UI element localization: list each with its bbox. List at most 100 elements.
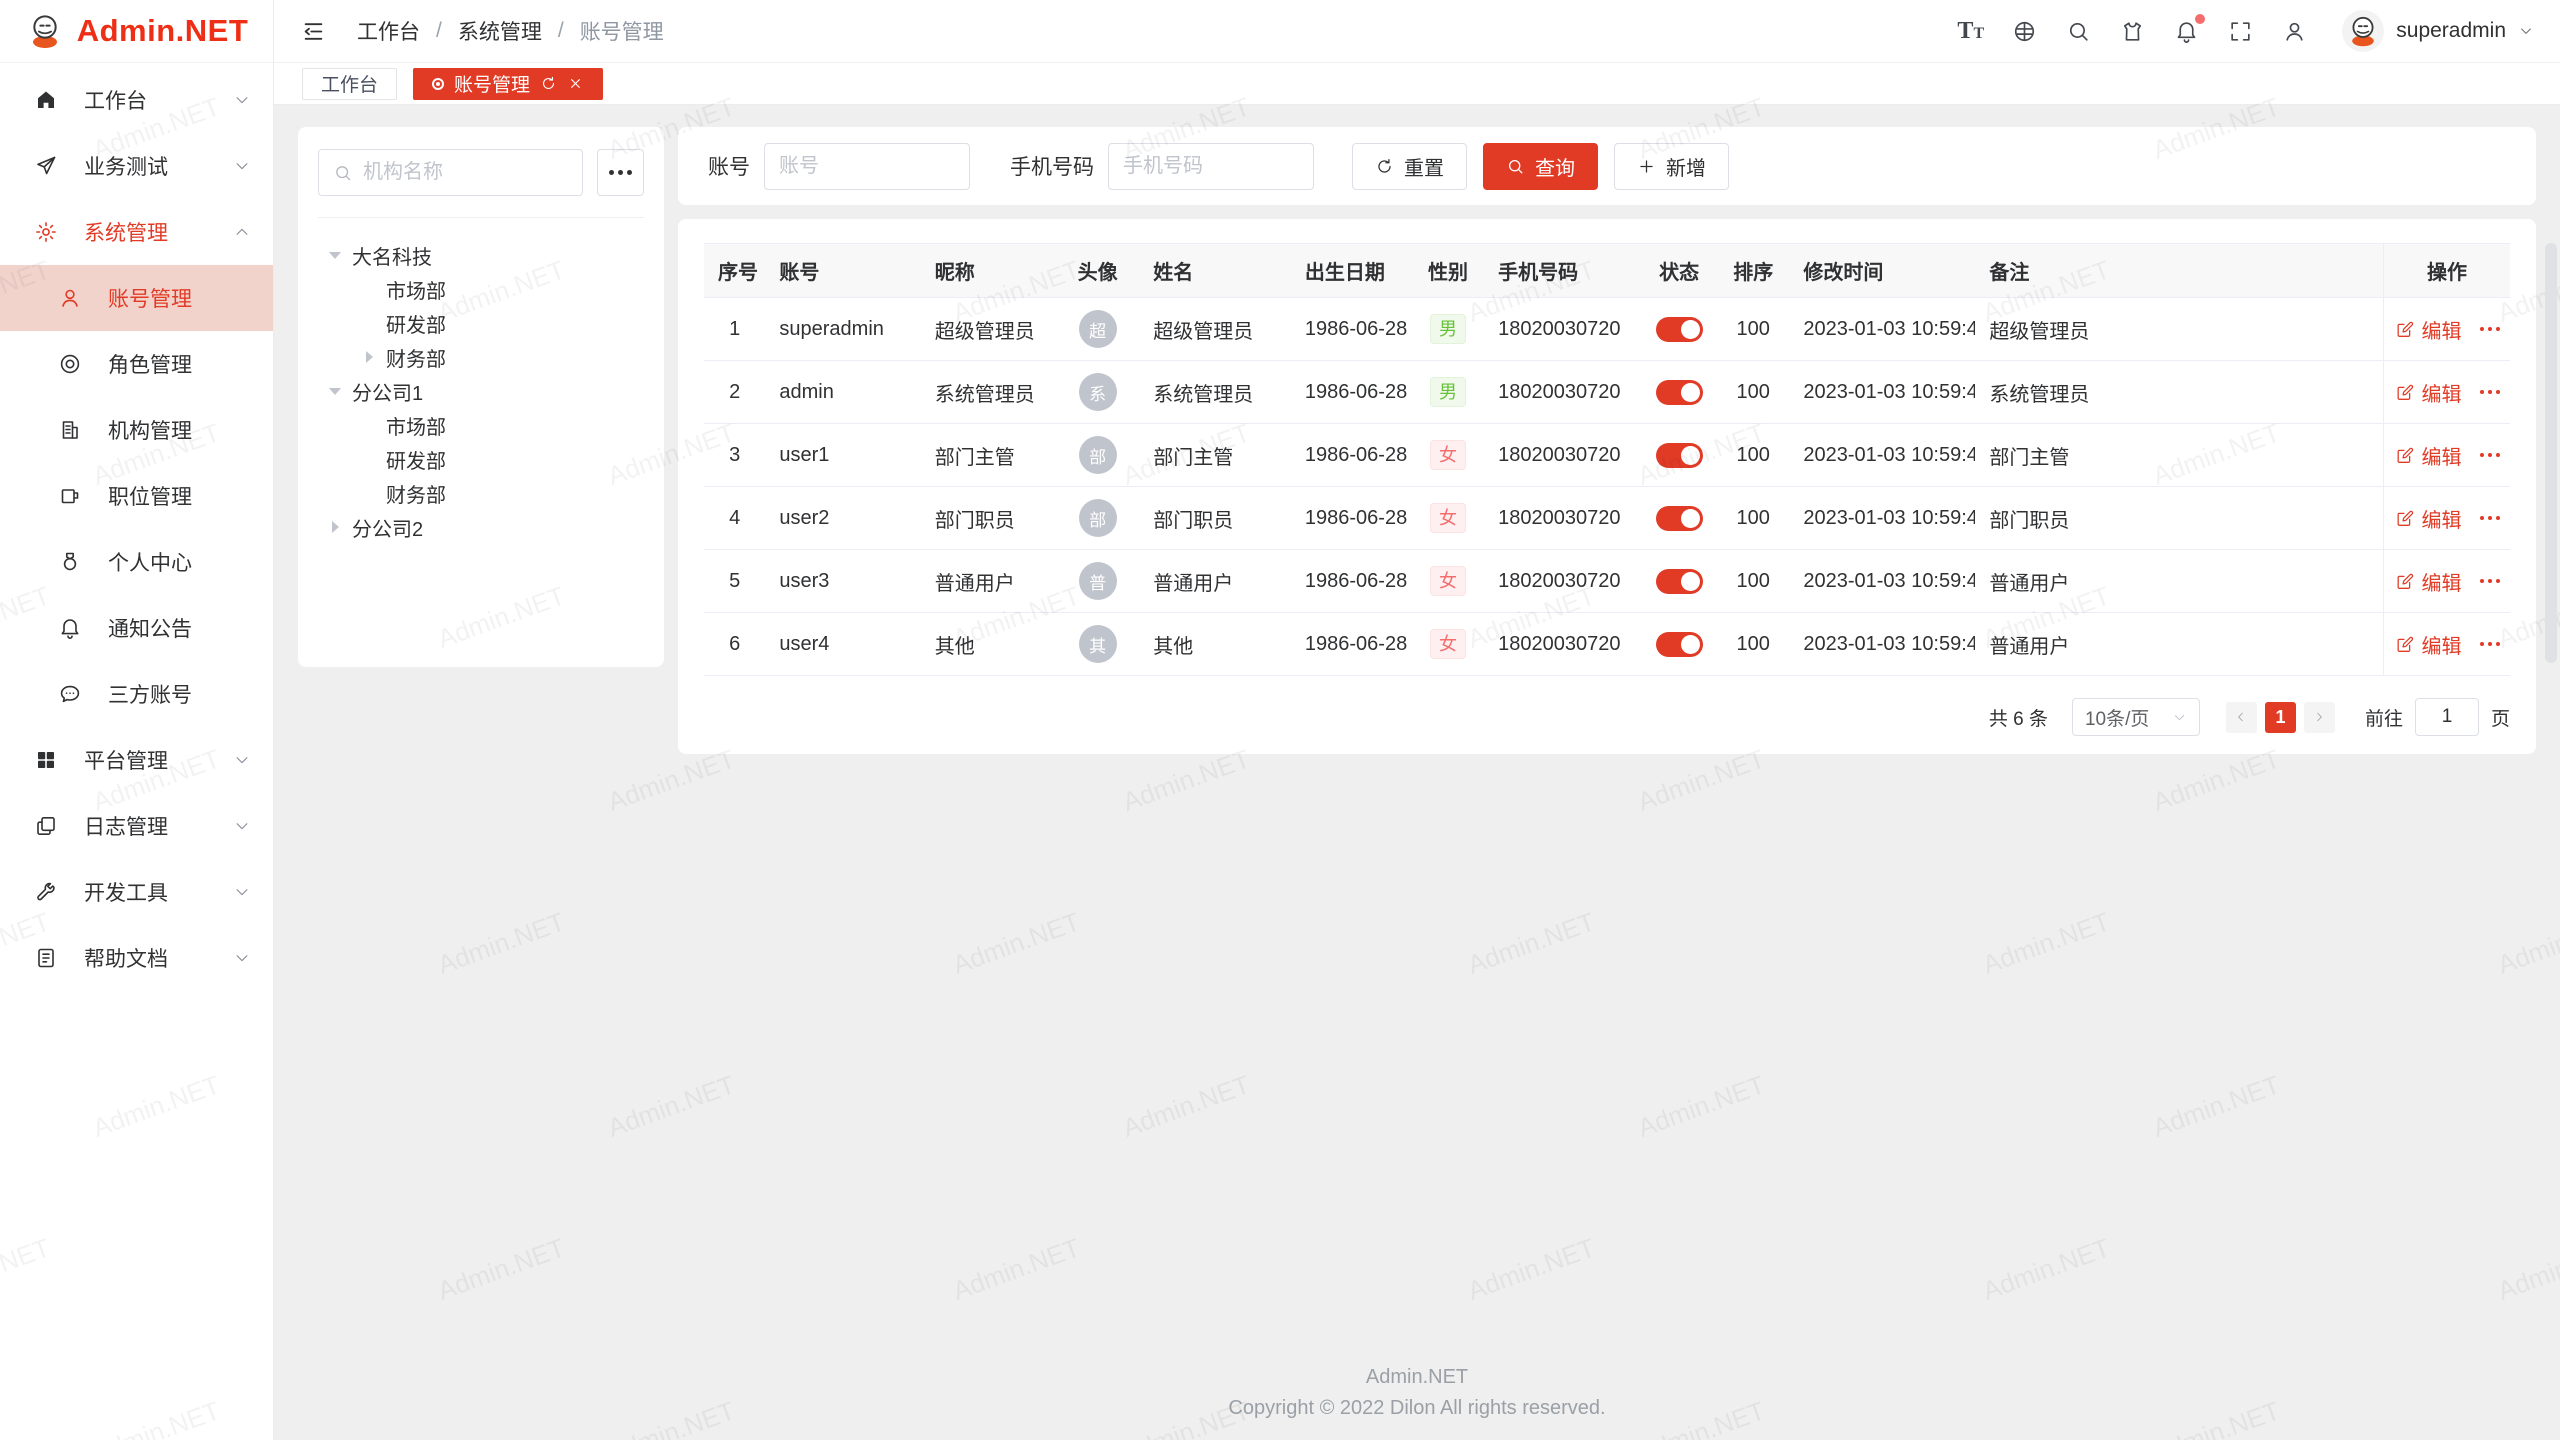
scrollbar[interactable]	[2545, 243, 2557, 663]
user-menu[interactable]: superadmin	[2342, 10, 2534, 52]
notification-icon[interactable]	[2174, 19, 2199, 44]
status-toggle[interactable]	[1656, 569, 1703, 594]
add-button[interactable]: 新增	[1614, 143, 1729, 190]
cell-avatar: 部	[1056, 424, 1139, 487]
page-size-select[interactable]: 10条/页	[2072, 698, 2200, 736]
sidebar-item-label: 个人中心	[108, 547, 251, 577]
sidebar-item-org-mgmt[interactable]: 机构管理	[0, 397, 273, 463]
cell-avatar: 部	[1056, 487, 1139, 550]
sidebar-item-label: 业务测试	[84, 151, 233, 181]
org-search-input[interactable]	[363, 161, 568, 184]
tree-node[interactable]: 财务部	[318, 476, 644, 510]
phone-input[interactable]	[1108, 143, 1314, 190]
theme-icon[interactable]	[2120, 19, 2145, 44]
edit-button[interactable]: 编辑	[2395, 567, 2462, 596]
sidebar-item-system-mgmt[interactable]: 系统管理	[0, 199, 273, 265]
tab-workbench[interactable]: 工作台	[302, 68, 397, 100]
caret-down-icon[interactable]	[328, 384, 342, 398]
sidebar-item-help-docs[interactable]: 帮助文档	[0, 925, 273, 991]
cell-remark: 普通用户	[1975, 613, 2383, 676]
status-toggle[interactable]	[1656, 380, 1703, 405]
main-region: 工作台/系统管理/账号管理 TT superadmin 工作台账号管理	[274, 0, 2560, 1440]
sidebar-item-personal-center[interactable]: 个人中心	[0, 529, 273, 595]
more-actions-icon[interactable]	[2480, 579, 2500, 583]
cell-avatar: 超	[1056, 298, 1139, 361]
cell-birth: 1986-06-28	[1291, 298, 1412, 361]
sidebar-item-log-mgmt[interactable]: 日志管理	[0, 793, 273, 859]
tree-node[interactable]: 市场部	[318, 408, 644, 442]
language-icon[interactable]	[2012, 19, 2037, 44]
more-actions-icon[interactable]	[2480, 390, 2500, 394]
goto-page-input[interactable]	[2415, 698, 2479, 736]
tree-more-button[interactable]	[597, 149, 644, 196]
cell-remark: 部门职员	[1975, 487, 2383, 550]
cell-index: 1	[704, 298, 765, 361]
status-toggle[interactable]	[1656, 317, 1703, 342]
refresh-icon[interactable]	[540, 75, 557, 92]
tree-node[interactable]: 分公司1	[318, 374, 644, 408]
status-toggle[interactable]	[1656, 632, 1703, 657]
sidebar-item-workbench[interactable]: 工作台	[0, 67, 273, 133]
user-profile-icon[interactable]	[2282, 19, 2307, 44]
prev-page-button[interactable]	[2226, 702, 2257, 733]
tree-node[interactable]: 财务部	[318, 340, 644, 374]
fullscreen-icon[interactable]	[2228, 19, 2253, 44]
sidebar-item-position-mgmt[interactable]: 职位管理	[0, 463, 273, 529]
sidebar-item-notice[interactable]: 通知公告	[0, 595, 273, 661]
content-area: 大名科技市场部研发部财务部分公司1市场部研发部财务部分公司2 账号 手机号码 重…	[274, 105, 2560, 1440]
status-toggle[interactable]	[1656, 443, 1703, 468]
cell-sort: 100	[1717, 298, 1789, 361]
tree-node[interactable]: 市场部	[318, 272, 644, 306]
edit-button[interactable]: 编辑	[2395, 504, 2462, 533]
cell-index: 6	[704, 613, 765, 676]
breadcrumb-item[interactable]: 系统管理	[458, 16, 542, 46]
account-input[interactable]	[764, 143, 970, 190]
cell-modified: 2023-01-03 10:59:44	[1789, 613, 1975, 676]
accounts-table-panel: 序号账号昵称头像姓名出生日期性别手机号码状态排序修改时间备注操作 1supera…	[678, 219, 2536, 754]
status-toggle[interactable]	[1656, 506, 1703, 531]
current-page-button[interactable]: 1	[2265, 702, 2296, 733]
tree-node[interactable]: 分公司2	[318, 510, 644, 544]
more-actions-icon[interactable]	[2480, 453, 2500, 457]
sidebar-item-role-mgmt[interactable]: 角色管理	[0, 331, 273, 397]
menu-collapse-icon[interactable]	[300, 18, 327, 45]
sidebar-item-business-test[interactable]: 业务测试	[0, 133, 273, 199]
search-icon[interactable]	[2066, 19, 2091, 44]
cell-phone: 18020030720	[1484, 613, 1641, 676]
more-actions-icon[interactable]	[2480, 327, 2500, 331]
more-actions-icon[interactable]	[2480, 516, 2500, 520]
caret-right-icon[interactable]	[328, 520, 342, 534]
column-header-status: 状态	[1641, 244, 1717, 298]
search-button[interactable]: 查询	[1483, 143, 1598, 190]
sidebar-item-third-party[interactable]: 三方账号	[0, 661, 273, 727]
chevron-down-icon	[2518, 23, 2534, 39]
reset-button[interactable]: 重置	[1352, 143, 1467, 190]
edit-button[interactable]: 编辑	[2395, 441, 2462, 470]
more-actions-icon[interactable]	[2480, 642, 2500, 646]
font-size-icon[interactable]: TT	[1958, 19, 1983, 44]
sidebar-item-platform-mgmt[interactable]: 平台管理	[0, 727, 273, 793]
caret-right-icon[interactable]	[362, 350, 376, 364]
topbar: 工作台/系统管理/账号管理 TT superadmin	[274, 0, 2560, 63]
logs-icon	[34, 814, 58, 838]
sidebar-item-label: 开发工具	[84, 877, 233, 907]
edit-button[interactable]: 编辑	[2395, 630, 2462, 659]
sidebar-item-account-mgmt[interactable]: 账号管理	[0, 265, 273, 331]
edit-icon	[2395, 572, 2414, 591]
edit-button[interactable]: 编辑	[2395, 378, 2462, 407]
tab-account-mgmt[interactable]: 账号管理	[413, 68, 603, 100]
tree-node[interactable]: 研发部	[318, 442, 644, 476]
sidebar-item-label: 工作台	[84, 85, 233, 115]
chevron-down-icon	[233, 883, 251, 901]
caret-down-icon[interactable]	[328, 248, 342, 262]
sidebar-item-dev-tools[interactable]: 开发工具	[0, 859, 273, 925]
user-icon	[58, 286, 82, 310]
breadcrumb-item[interactable]: 账号管理	[580, 16, 664, 46]
tree-node[interactable]: 大名科技	[318, 238, 644, 272]
close-icon[interactable]	[567, 75, 584, 92]
breadcrumb-item[interactable]: 工作台	[357, 16, 420, 46]
tree-node[interactable]: 研发部	[318, 306, 644, 340]
edit-button[interactable]: 编辑	[2395, 315, 2462, 344]
next-page-button[interactable]	[2304, 702, 2335, 733]
cell-index: 2	[704, 361, 765, 424]
